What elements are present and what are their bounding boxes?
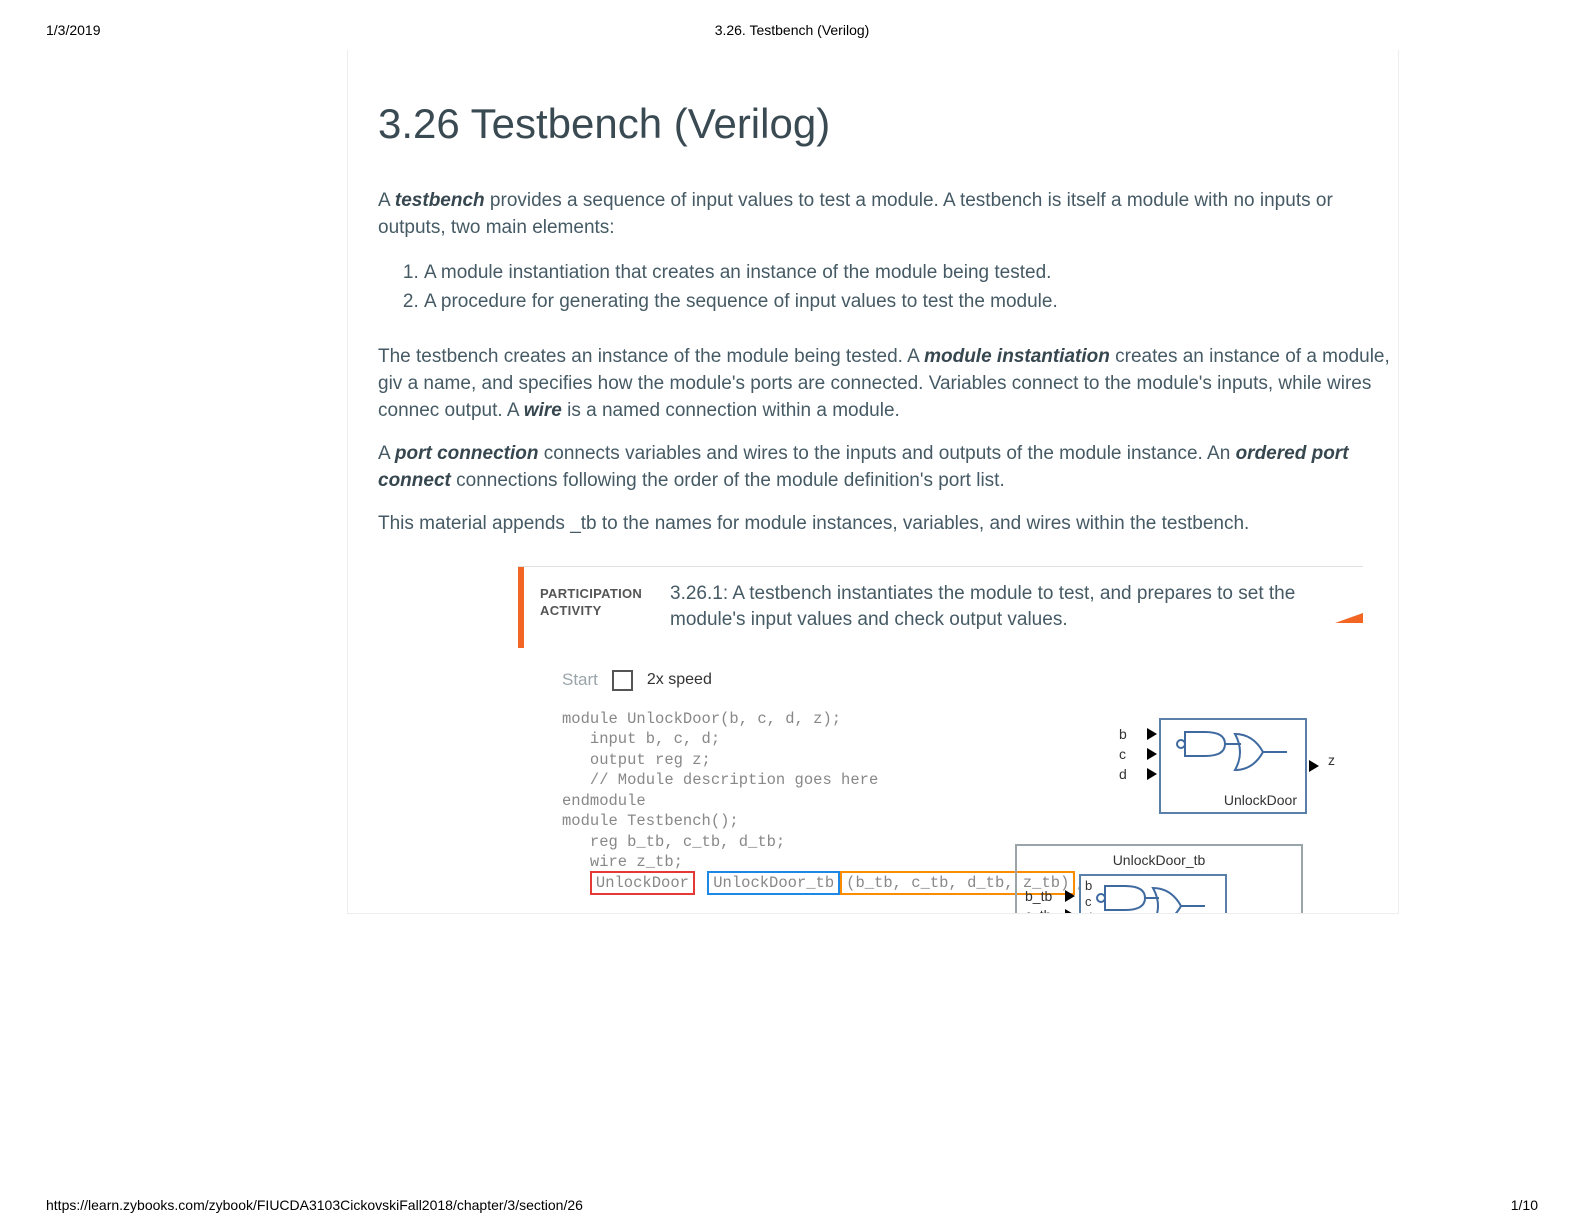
paragraph-4: This material appends _tb to the names f…	[378, 511, 1398, 538]
term-port-connection: port connection	[395, 443, 539, 464]
triangle-icon	[1065, 909, 1075, 914]
triangle-icon	[1147, 728, 1157, 740]
triangle-icon	[1147, 748, 1157, 760]
activity-tag: PARTICIPATION ACTIVITY	[524, 567, 670, 638]
diagram-area: b c d z	[1021, 718, 1351, 914]
activity-title: 3.26.1: A testbench instantiates the mod…	[670, 567, 1363, 648]
content-card: 3.26 Testbench (Verilog) A testbench pro…	[347, 50, 1399, 914]
activity-card: PARTICIPATION ACTIVITY 3.26.1: A testben…	[518, 566, 1363, 913]
triangle-icon	[1309, 760, 1319, 772]
module-type-highlight: UnlockDoor	[590, 871, 695, 895]
paragraph-2: The testbench creates an instance of the…	[378, 344, 1398, 425]
term-testbench: testbench	[395, 190, 485, 211]
speed-label: 2x speed	[647, 671, 712, 689]
testbench-box: UnlockDoor_tb b_tb c_tb d_tb b c d z	[1015, 844, 1303, 914]
speed-checkbox[interactable]	[612, 670, 633, 691]
gate-icon	[1163, 722, 1303, 788]
list-item: A procedure for generating the sequence …	[424, 289, 1398, 316]
footer-page: 1/10	[1511, 1197, 1538, 1213]
triangle-icon	[1147, 768, 1157, 780]
term-module-instantiation: module instantiation	[924, 346, 1110, 367]
activity-body: Start 2x speed module UnlockDoor(b, c, d…	[518, 648, 1363, 913]
instance-name-highlight: UnlockDoor_tb	[707, 871, 840, 895]
triangle-icon	[1065, 890, 1075, 902]
ordered-list: A module instantiation that creates an i…	[378, 260, 1398, 316]
module-box: b c d z	[1159, 718, 1307, 814]
print-title: 3.26. Testbench (Verilog)	[266, 22, 1318, 38]
activity-header: PARTICIPATION ACTIVITY 3.26.1: A testben…	[518, 567, 1363, 648]
print-header: 1/3/2019 3.26. Testbench (Verilog)	[0, 0, 1584, 38]
controls-row: Start 2x speed	[562, 670, 1343, 691]
start-button[interactable]: Start	[562, 670, 598, 690]
paragraph-1: A testbench provides a sequence of input…	[378, 188, 1398, 242]
page-title: 3.26 Testbench (Verilog)	[378, 100, 1398, 148]
expand-icon[interactable]	[1335, 613, 1363, 623]
list-item: A module instantiation that creates an i…	[424, 260, 1398, 287]
print-footer: https://learn.zybooks.com/zybook/FIUCDA3…	[0, 1197, 1584, 1223]
paragraph-3: A port connection connects variables and…	[378, 441, 1398, 495]
body-text: A testbench provides a sequence of input…	[378, 188, 1398, 538]
print-date: 1/3/2019	[46, 22, 266, 38]
footer-url: https://learn.zybooks.com/zybook/FIUCDA3…	[46, 1197, 583, 1213]
term-wire: wire	[524, 400, 562, 421]
gate-icon	[1083, 878, 1223, 914]
inner-module-box: b c d z UnlockDoor	[1079, 874, 1227, 914]
